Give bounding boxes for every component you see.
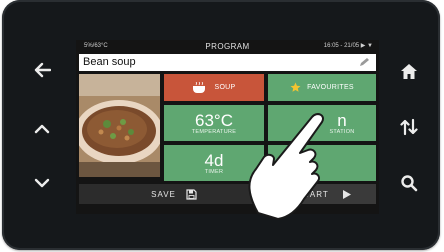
device-bezel: 5%/63°C PROGRAM 16:05 - 21/05 ▶ ▼ Bean s… bbox=[2, 0, 440, 250]
temperature-label: TEMPERATURE bbox=[191, 128, 237, 135]
up-button[interactable] bbox=[29, 115, 55, 141]
back-button[interactable] bbox=[29, 57, 55, 83]
home-icon bbox=[401, 63, 417, 79]
home-button[interactable] bbox=[396, 58, 422, 84]
clock-readout: 16:05 - 21/05 ▶ ▼ bbox=[323, 43, 373, 49]
back-arrow-icon bbox=[34, 62, 51, 78]
recipe-name-field[interactable]: Bean soup bbox=[79, 54, 376, 71]
pencil-icon[interactable] bbox=[359, 57, 371, 67]
search-icon bbox=[401, 175, 418, 192]
chevron-up-icon bbox=[34, 124, 50, 134]
star-icon bbox=[290, 82, 301, 92]
search-button[interactable] bbox=[396, 170, 422, 196]
soup-label: SOUP bbox=[214, 84, 236, 91]
pot-icon bbox=[193, 82, 206, 93]
pointing-hand-overlay bbox=[248, 113, 324, 220]
recipe-name: Bean soup bbox=[83, 56, 136, 68]
timer-label: TIMER bbox=[204, 168, 224, 175]
chevron-down-icon bbox=[34, 178, 50, 188]
temperature-value: 63°C bbox=[195, 110, 233, 130]
status-bar: 5%/63°C PROGRAM 16:05 - 21/05 ▶ ▼ bbox=[76, 40, 379, 53]
recipe-photo bbox=[79, 74, 160, 177]
save-label: SAVE bbox=[151, 189, 176, 199]
sort-button[interactable] bbox=[396, 114, 422, 140]
down-button[interactable] bbox=[29, 170, 55, 196]
sort-arrows-icon bbox=[400, 118, 418, 136]
floppy-disk-icon bbox=[186, 188, 197, 200]
timer-value: 4d bbox=[204, 150, 224, 170]
favorites-label: FAVOURITES bbox=[307, 84, 354, 91]
